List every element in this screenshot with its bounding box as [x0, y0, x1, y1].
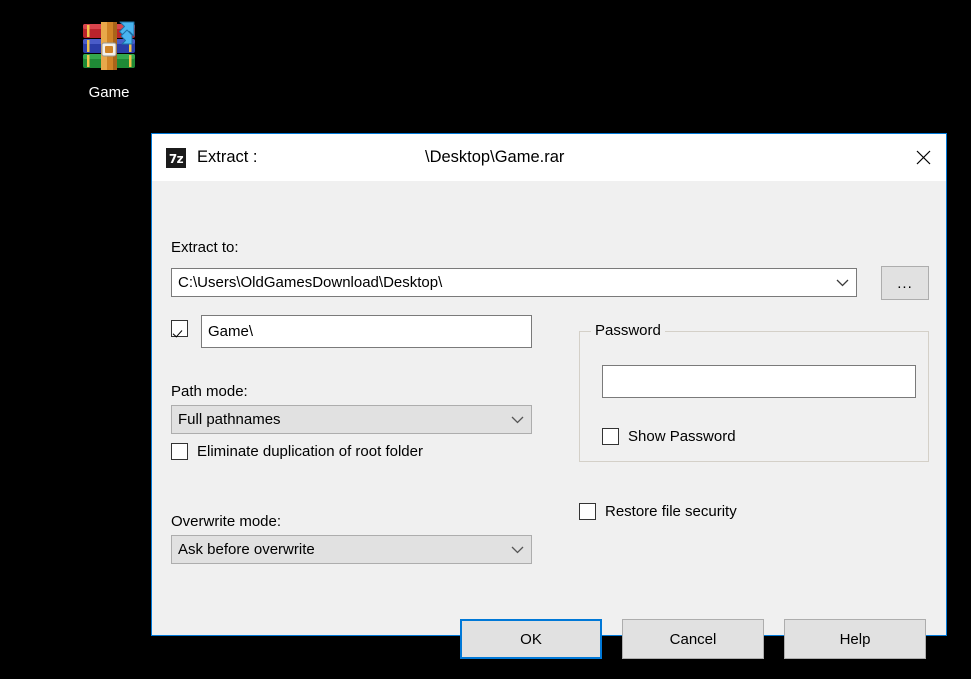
checkbox-box [171, 443, 188, 460]
close-icon [916, 150, 931, 165]
desktop-icon-game[interactable]: Game [62, 18, 156, 101]
extract-to-value: C:\Users\OldGamesDownload\Desktop\ [178, 274, 443, 291]
eliminate-duplication-label: Eliminate duplication of root folder [197, 443, 423, 460]
overwrite-mode-combobox[interactable]: Ask before overwrite [171, 535, 532, 564]
extract-dialog: 7z Extract : \Desktop\Game.rar Extract t… [151, 133, 947, 659]
restore-file-security-label: Restore file security [605, 503, 737, 520]
help-button[interactable]: Help [784, 619, 926, 659]
path-mode-label: Path mode: [171, 383, 248, 400]
sevenzip-icon: 7z [166, 147, 186, 168]
checkbox-box [602, 428, 619, 445]
browse-button[interactable]: ... [881, 266, 929, 300]
show-password-label: Show Password [628, 428, 736, 445]
path-mode-combobox[interactable]: Full pathnames [171, 405, 532, 434]
subfolder-name-input[interactable]: Game\ [201, 315, 532, 348]
password-group-label: Password [591, 322, 665, 339]
dialog-titlebar[interactable]: 7z Extract : \Desktop\Game.rar [152, 134, 946, 181]
overwrite-mode-label: Overwrite mode: [171, 513, 282, 530]
chevron-down-icon[interactable] [503, 406, 531, 433]
desktop-icon-label: Game [88, 84, 130, 101]
password-input[interactable] [602, 365, 916, 398]
restore-file-security-checkbox[interactable]: Restore file security [579, 503, 737, 520]
extract-to-label: Extract to: [171, 239, 239, 256]
winrar-archive-icon [80, 18, 138, 74]
chevron-down-icon[interactable] [503, 536, 531, 563]
subfolder-checkbox[interactable] [171, 320, 188, 337]
eliminate-duplication-checkbox[interactable]: Eliminate duplication of root folder [171, 443, 423, 460]
chevron-down-icon[interactable] [828, 269, 856, 296]
dialog-archive-path: \Desktop\Game.rar [425, 148, 565, 166]
checkbox-box [171, 320, 188, 337]
extract-to-combobox[interactable]: C:\Users\OldGamesDownload\Desktop\ [171, 268, 857, 297]
cancel-button[interactable]: Cancel [622, 619, 764, 659]
path-mode-value: Full pathnames [178, 411, 281, 428]
password-groupbox: Password Show Password [579, 322, 929, 462]
dialog-body: Extract to: C:\Users\OldGamesDownload\De… [152, 181, 946, 659]
ok-button[interactable]: OK [460, 619, 602, 659]
checkbox-box [579, 503, 596, 520]
overwrite-mode-value: Ask before overwrite [178, 541, 315, 558]
close-button[interactable] [900, 134, 946, 180]
dialog-title: Extract : [197, 148, 258, 166]
show-password-checkbox[interactable]: Show Password [602, 428, 736, 445]
